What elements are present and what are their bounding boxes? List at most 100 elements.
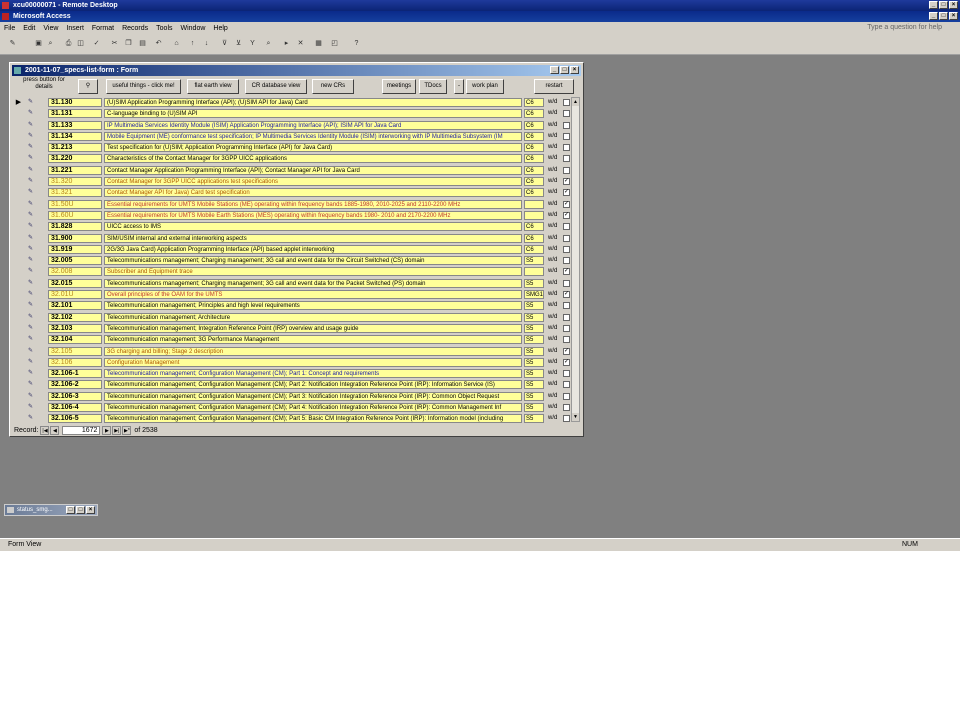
- details-icon[interactable]: ✎: [28, 301, 39, 310]
- spec-title-field[interactable]: Contact Manager API for Java) Card test …: [104, 188, 522, 198]
- table-row[interactable]: ▶ ✎ 31.130 (U)SIM Application Programming I…: [14, 97, 570, 108]
- menu-insert[interactable]: Insert: [62, 25, 88, 32]
- spec-title-field[interactable]: IP Multimedia Services Identity Module (…: [104, 120, 522, 130]
- form-maximize-button[interactable]: □: [560, 66, 569, 74]
- form-minimize-button[interactable]: _: [550, 66, 559, 74]
- table-row[interactable]: ✎ 31.221 Contact Manager Application Progr…: [14, 165, 570, 176]
- table-row[interactable]: ✎ 32.105 3G charging and billing; Stage 2 …: [14, 346, 570, 357]
- spec-number-field[interactable]: 31.320: [48, 177, 102, 187]
- minimized-restore-button[interactable]: □: [66, 506, 75, 514]
- record-number-input[interactable]: 1672: [62, 425, 101, 435]
- spec-number-field[interactable]: 31.221: [48, 165, 102, 175]
- spec-title-field[interactable]: 2G/3G Java Card) Application Programming…: [104, 244, 522, 254]
- new-object-icon[interactable]: ◰: [330, 39, 339, 48]
- spec-number-field[interactable]: 32.105: [48, 346, 102, 356]
- withdrawn-checkbox[interactable]: [563, 336, 570, 344]
- working-group-field[interactable]: C6: [524, 177, 544, 187]
- scroll-up-arrow[interactable]: ▲: [572, 98, 579, 106]
- details-icon[interactable]: ✎: [28, 313, 39, 322]
- spec-number-field[interactable]: 32.106-1: [48, 369, 102, 379]
- details-icon[interactable]: ✎: [28, 267, 39, 276]
- working-group-field[interactable]: S5: [524, 346, 544, 356]
- details-icon[interactable]: ✎: [28, 403, 39, 412]
- withdrawn-checkbox[interactable]: [563, 245, 570, 253]
- withdrawn-checkbox[interactable]: [563, 155, 570, 163]
- details-icon[interactable]: ✎: [28, 358, 39, 367]
- spec-title-field[interactable]: Subscriber and Equipment trace: [104, 267, 522, 277]
- spec-title-field[interactable]: Telecommunication management; Configurat…: [104, 403, 522, 413]
- next-record-button[interactable]: ▶: [102, 425, 112, 435]
- working-group-field[interactable]: S5: [524, 380, 544, 390]
- remote-maximize-button[interactable]: □: [939, 1, 948, 9]
- withdrawn-checkbox[interactable]: [563, 415, 570, 423]
- spec-number-field[interactable]: 32.008: [48, 267, 102, 277]
- withdrawn-checkbox[interactable]: [563, 257, 570, 265]
- search-icon[interactable]: ⌕: [46, 39, 55, 48]
- working-group-field[interactable]: C6: [524, 143, 544, 153]
- spec-title-field[interactable]: Characteristics of the Contact Manager f…: [104, 154, 522, 164]
- spec-number-field[interactable]: 32.106: [48, 357, 102, 367]
- withdrawn-checkbox[interactable]: ✓: [563, 189, 570, 197]
- copy-icon[interactable]: ❐: [124, 39, 133, 48]
- preview-icon[interactable]: ◫: [76, 39, 85, 48]
- details-icon[interactable]: ✎: [28, 222, 39, 231]
- table-row[interactable]: ✎ 31.321 Contact Manager API for Java) Car…: [14, 187, 570, 198]
- table-row[interactable]: ✎ 32.01U Overall principles of the OAM for…: [14, 289, 570, 300]
- working-group-field[interactable]: [524, 199, 544, 209]
- binoculars-button[interactable]: ⚲: [78, 79, 98, 94]
- working-group-field[interactable]: S5: [524, 278, 544, 288]
- access-minimize-button[interactable]: _: [929, 12, 938, 20]
- record-selector[interactable]: [14, 346, 23, 357]
- record-selector[interactable]: [14, 357, 23, 368]
- paste-icon[interactable]: ▤: [138, 39, 147, 48]
- new-crs-button[interactable]: new CRs: [312, 79, 354, 94]
- cr-database-view-button[interactable]: CR database view: [245, 79, 307, 94]
- spec-title-field[interactable]: Telecommunication management; Configurat…: [104, 414, 522, 424]
- table-row[interactable]: ✎ 32.104 Telecommunication management; 3G …: [14, 334, 570, 345]
- details-icon[interactable]: ✎: [28, 154, 39, 163]
- access-close-button[interactable]: ×: [949, 12, 958, 20]
- working-group-field[interactable]: S5: [524, 414, 544, 424]
- sort-descending-icon[interactable]: ↓: [202, 39, 211, 48]
- table-row[interactable]: ✎ 31.828 UICC access to IMS C6 w/d: [14, 221, 570, 232]
- spec-number-field[interactable]: 32.102: [48, 312, 102, 322]
- details-icon[interactable]: ✎: [28, 380, 39, 389]
- spec-number-field[interactable]: 31.131: [48, 109, 102, 119]
- form-close-button[interactable]: ×: [570, 66, 579, 74]
- record-selector[interactable]: [14, 221, 23, 232]
- spec-number-field[interactable]: 32.104: [48, 335, 102, 345]
- menu-view[interactable]: View: [39, 25, 62, 32]
- apply-filter-icon[interactable]: Y: [248, 39, 257, 48]
- record-selector[interactable]: [14, 300, 23, 311]
- table-row[interactable]: ✎ 31.900 SIM/USIM internal and external in…: [14, 233, 570, 244]
- last-record-button[interactable]: ▶|: [112, 425, 122, 435]
- record-selector[interactable]: [14, 176, 23, 187]
- cut-icon[interactable]: ✂: [110, 39, 119, 48]
- table-row[interactable]: ✎ 32.015 Telecommunications management; Ch…: [14, 278, 570, 289]
- minimized-close-button[interactable]: ×: [86, 506, 95, 514]
- table-row[interactable]: ✎ 32.102 Telecommunication management; Arc…: [14, 312, 570, 323]
- table-row[interactable]: ✎ 32.106 Configuration Management S5 w/d ✓: [14, 357, 570, 368]
- record-selector[interactable]: [14, 312, 23, 323]
- flat-earth-view-button[interactable]: flat earth view: [187, 79, 239, 94]
- details-icon[interactable]: ✎: [28, 121, 39, 130]
- details-icon[interactable]: ✎: [28, 211, 39, 220]
- meetings-button[interactable]: meetings: [382, 79, 416, 94]
- record-selector[interactable]: [14, 120, 23, 131]
- minimized-maximize-button[interactable]: □: [76, 506, 85, 514]
- details-icon[interactable]: ✎: [28, 414, 39, 423]
- withdrawn-checkbox[interactable]: ✓: [563, 200, 570, 208]
- working-group-field[interactable]: C6: [524, 244, 544, 254]
- working-group-field[interactable]: S5: [524, 301, 544, 311]
- record-selector[interactable]: [14, 233, 23, 244]
- spec-title-field[interactable]: (U)SIM Application Programming Interface…: [104, 98, 522, 107]
- withdrawn-checkbox[interactable]: [563, 279, 570, 287]
- table-row[interactable]: ✎ 32.106-1 Telecommunication management; C…: [14, 368, 570, 379]
- filter-form-icon[interactable]: ⊻: [234, 39, 243, 48]
- table-row[interactable]: ✎ 32.106-4 Telecommunication management; C…: [14, 402, 570, 413]
- spec-number-field[interactable]: 32.005: [48, 256, 102, 266]
- record-selector[interactable]: [14, 199, 23, 210]
- spec-number-field[interactable]: 32.01U: [48, 290, 102, 300]
- record-selector[interactable]: [14, 255, 23, 266]
- menu-tools[interactable]: Tools: [152, 25, 176, 32]
